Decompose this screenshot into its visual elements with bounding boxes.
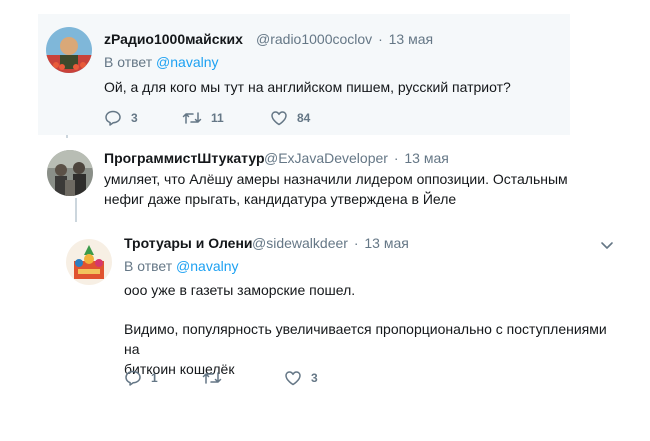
author-handle[interactable]: @ExJavaDeveloper bbox=[264, 150, 388, 166]
reply-icon bbox=[125, 370, 141, 386]
reply-mention-link[interactable]: @navalny bbox=[176, 258, 238, 274]
tweet-sidewalkdeer[interactable]: Тротуары и Олени @sidewalkdeer · 13 мая … bbox=[0, 222, 650, 422]
avatar-radio1000[interactable] bbox=[46, 27, 92, 73]
author-name[interactable]: ПрограммистШтукатур bbox=[104, 150, 265, 166]
author-handle[interactable]: @sidewalkdeer bbox=[252, 235, 348, 251]
tweet-text-line: Видимо, популярность увеличивается пропо… bbox=[124, 321, 607, 357]
separator-dot: · bbox=[378, 31, 383, 47]
author-handle[interactable]: @radio1000coclov bbox=[256, 31, 372, 47]
reply-count: 1 bbox=[151, 371, 158, 385]
caret-down-icon bbox=[601, 242, 613, 249]
like-icon bbox=[285, 371, 301, 386]
like-count: 3 bbox=[311, 371, 318, 385]
reply-count: 3 bbox=[131, 111, 138, 125]
tweet-date[interactable]: 13 мая bbox=[389, 31, 433, 47]
author-meta: @radio1000coclov · 13 мая bbox=[256, 31, 433, 47]
tweet-text: умиляет, что Алёшу амеры назначили лидер… bbox=[104, 169, 594, 209]
retweet-icon bbox=[202, 372, 222, 384]
separator-dot: · bbox=[353, 235, 359, 251]
reply-icon bbox=[105, 110, 121, 126]
tweet-text-line: нефиг даже прыгать, кандидатура утвержде… bbox=[104, 191, 457, 207]
reply-prefix: В ответ bbox=[124, 258, 173, 274]
author-meta: @ExJavaDeveloper · 13 мая bbox=[264, 150, 449, 166]
reply-button[interactable]: 1 bbox=[124, 370, 202, 386]
avatar-exjavadeveloper[interactable] bbox=[47, 150, 93, 196]
like-button[interactable]: 3 bbox=[284, 370, 318, 386]
like-button[interactable]: 84 bbox=[270, 110, 310, 126]
reply-button[interactable]: 3 bbox=[104, 110, 182, 126]
reply-mention-link[interactable]: @navalny bbox=[156, 54, 218, 70]
tweet-text: Ой, а для кого мы тут на английском пише… bbox=[104, 79, 511, 95]
reply-context: В ответ @navalny bbox=[104, 54, 219, 70]
tweet-text-paragraph: ооо уже в газеты заморские пошел. bbox=[124, 282, 356, 298]
author-name[interactable]: Тротуары и Олени bbox=[124, 235, 253, 251]
retweet-button[interactable] bbox=[202, 370, 284, 386]
tweet-date[interactable]: 13 мая bbox=[404, 150, 448, 166]
tweet-text-line: умиляет, что Алёшу амеры назначили лидер… bbox=[104, 171, 568, 187]
retweet-button[interactable]: 11 bbox=[182, 110, 270, 126]
avatar-sidewalkdeer[interactable] bbox=[66, 239, 112, 285]
tweet-radio1000[interactable]: zРадио1000майских @radio1000coclov · 13 … bbox=[0, 14, 650, 135]
retweet-count: 11 bbox=[211, 111, 224, 125]
tweet-actions: 1 3 bbox=[124, 368, 318, 388]
reply-prefix: В ответ bbox=[104, 54, 153, 70]
reply-context: В ответ @navalny bbox=[124, 258, 239, 274]
like-count: 84 bbox=[297, 111, 311, 125]
like-icon bbox=[271, 111, 287, 126]
tweet-exjavadeveloper[interactable]: ПрограммистШтукатур @ExJavaDeveloper · 1… bbox=[0, 138, 650, 214]
tweet-menu-caret[interactable] bbox=[600, 238, 614, 249]
tweet-actions: 3 11 84 bbox=[104, 108, 310, 128]
author-meta: @sidewalkdeer · 13 мая bbox=[252, 235, 409, 251]
author-name[interactable]: zРадио1000майских bbox=[104, 31, 243, 47]
tweet-date[interactable]: 13 мая bbox=[364, 235, 408, 251]
separator-dot: · bbox=[393, 150, 399, 166]
retweet-icon bbox=[182, 112, 202, 124]
